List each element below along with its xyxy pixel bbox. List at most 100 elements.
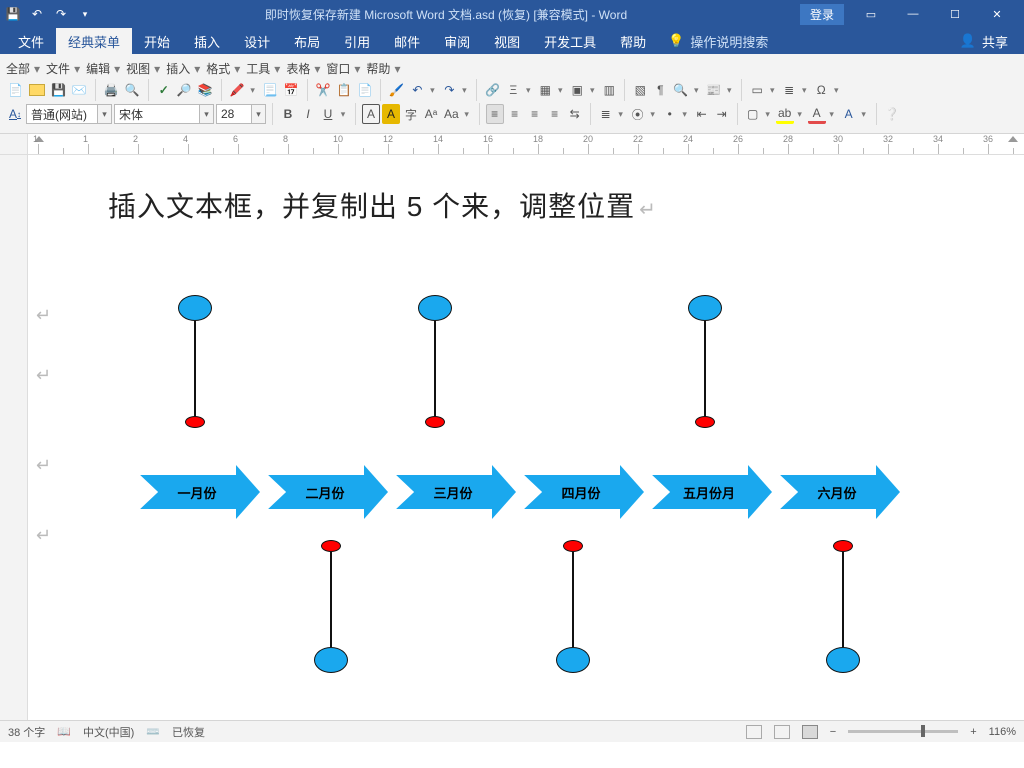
redo-icon[interactable]: ↷ bbox=[54, 7, 68, 21]
menu-format[interactable]: 格式 bbox=[206, 60, 240, 77]
tab-insert[interactable]: 插入 bbox=[182, 28, 232, 54]
copy-icon[interactable]: 📋 bbox=[334, 80, 353, 100]
view-web-icon[interactable] bbox=[802, 725, 818, 739]
superscript-icon[interactable]: Aᵃ bbox=[422, 104, 440, 124]
tab-help[interactable]: 帮助 bbox=[608, 28, 658, 54]
link-icon[interactable]: 🔗 bbox=[483, 80, 502, 100]
page[interactable]: 插入文本框，并复制出 5 个来，调整位置 一月份 二月份 三月份 四月份 五月份… bbox=[28, 155, 1024, 720]
style-combo[interactable]: 普通(网站)▾ bbox=[26, 104, 112, 124]
line-spacing-2-dd[interactable]: ≣▾ bbox=[597, 104, 627, 124]
shape-pin-bottom-3[interactable] bbox=[826, 540, 860, 673]
document-heading[interactable]: 插入文本框，并复制出 5 个来，调整位置 bbox=[108, 185, 984, 225]
tab-home[interactable]: 开始 bbox=[132, 28, 182, 54]
shape-pin-top-2[interactable] bbox=[418, 295, 452, 428]
shape-pin-bottom-2[interactable] bbox=[556, 540, 590, 673]
more-dd[interactable]: 📰▾ bbox=[704, 80, 735, 100]
tell-me[interactable]: 💡 操作说明搜索 bbox=[658, 28, 778, 54]
document-icon[interactable]: 📃 bbox=[261, 80, 280, 100]
line-spacing-dd[interactable]: ≣▾ bbox=[780, 80, 810, 100]
share-button[interactable]: 👤 共享 bbox=[944, 28, 1024, 54]
print-icon[interactable]: 🖨️ bbox=[102, 80, 121, 100]
menu-help[interactable]: 帮助 bbox=[366, 60, 400, 77]
symbol-dd[interactable]: Ω▾ bbox=[812, 80, 842, 100]
zoompct-dd[interactable]: 🔍▾ bbox=[671, 80, 702, 100]
redo-dd[interactable]: ↷▾ bbox=[440, 80, 470, 100]
format-painter-icon[interactable]: 🖌️ bbox=[387, 80, 406, 100]
font-combo-value[interactable]: 宋体 bbox=[114, 104, 200, 124]
bold-button[interactable]: B bbox=[279, 104, 297, 124]
tab-layout[interactable]: 布局 bbox=[282, 28, 332, 54]
arrow-4[interactable]: 四月份 bbox=[542, 475, 620, 509]
align-right-icon[interactable]: ≡ bbox=[526, 104, 544, 124]
view-print-icon[interactable] bbox=[774, 725, 790, 739]
undo-dd[interactable]: ↶▾ bbox=[408, 80, 438, 100]
save-icon[interactable]: 💾 bbox=[49, 80, 68, 100]
drawing-icon[interactable]: ▧ bbox=[631, 80, 649, 100]
style-dd[interactable]: Ξ▾ bbox=[504, 80, 534, 100]
menu-insert[interactable]: 插入 bbox=[166, 60, 200, 77]
font-color-dd[interactable]: A▾ bbox=[808, 104, 838, 124]
phonetic-icon[interactable]: 字 bbox=[402, 104, 420, 124]
help-icon[interactable]: ❔ bbox=[883, 104, 902, 124]
status-accessibility-icon[interactable]: ⌨️ bbox=[146, 725, 160, 738]
font-combo[interactable]: 宋体▾ bbox=[114, 104, 214, 124]
tab-review[interactable]: 审阅 bbox=[432, 28, 482, 54]
ribbon-options-icon[interactable]: ▭ bbox=[850, 1, 892, 27]
calendar-icon[interactable]: 📅 bbox=[282, 80, 301, 100]
menu-table[interactable]: 表格 bbox=[286, 60, 320, 77]
borders-dd[interactable]: ▢▾ bbox=[744, 104, 774, 124]
cut-icon[interactable]: ✂️ bbox=[314, 80, 333, 100]
zoom-slider[interactable] bbox=[848, 730, 958, 733]
zoom-out-button[interactable]: − bbox=[830, 726, 836, 738]
zoom-dd[interactable]: ▣▾ bbox=[568, 80, 598, 100]
status-word-count[interactable]: 38 个字 bbox=[8, 724, 45, 740]
tab-file[interactable]: 文件 bbox=[6, 28, 56, 54]
tab-design[interactable]: 设计 bbox=[232, 28, 282, 54]
table-dd[interactable]: ▦▾ bbox=[536, 80, 566, 100]
qat-dropdown-icon[interactable]: ▾ bbox=[78, 7, 92, 21]
align-center-icon[interactable]: ≡ bbox=[506, 104, 524, 124]
zoom-level[interactable]: 116% bbox=[989, 726, 1016, 738]
arrow-3[interactable]: 三月份 bbox=[414, 475, 492, 509]
print-preview-icon[interactable]: 🔍 bbox=[123, 80, 142, 100]
arrow-2[interactable]: 二月份 bbox=[286, 475, 364, 509]
menu-tools[interactable]: 工具 bbox=[246, 60, 280, 77]
fill-border-dd[interactable]: ▭▾ bbox=[748, 80, 778, 100]
size-combo[interactable]: 28▾ bbox=[216, 104, 266, 124]
underline-button[interactable]: U▾ bbox=[319, 104, 349, 124]
decrease-indent-icon[interactable]: ⇤ bbox=[693, 104, 711, 124]
columns-icon[interactable]: ▥ bbox=[600, 80, 618, 100]
show-marks-icon[interactable]: ¶ bbox=[651, 80, 669, 100]
open-icon[interactable] bbox=[27, 80, 47, 100]
status-language[interactable]: 中文(中国) bbox=[83, 724, 134, 740]
text-highlight-dd[interactable]: ab▾ bbox=[776, 104, 806, 124]
char-shading-icon[interactable]: A bbox=[382, 104, 400, 124]
increase-indent-icon[interactable]: ⇥ bbox=[713, 104, 731, 124]
mail-icon[interactable]: ✉️ bbox=[70, 80, 89, 100]
thesaurus-icon[interactable]: 📚 bbox=[196, 80, 215, 100]
new-icon[interactable]: 📄 bbox=[6, 80, 25, 100]
style-combo-value[interactable]: 普通(网站) bbox=[26, 104, 98, 124]
menu-all[interactable]: 全部 bbox=[6, 60, 40, 77]
menu-view[interactable]: 视图 bbox=[126, 60, 160, 77]
shape-pin-top-1[interactable] bbox=[178, 295, 212, 428]
shape-pin-bottom-1[interactable] bbox=[314, 540, 348, 673]
save-icon[interactable]: 💾 bbox=[6, 7, 20, 21]
menu-window[interactable]: 窗口 bbox=[326, 60, 360, 77]
text-effects-dd[interactable]: A▾ bbox=[840, 104, 870, 124]
undo-icon[interactable]: ↶ bbox=[30, 7, 44, 21]
tab-classic-menu[interactable]: 经典菜单 bbox=[56, 28, 132, 54]
arrow-5[interactable]: 五月份月 bbox=[670, 475, 748, 509]
bullets-dd[interactable]: •▾ bbox=[661, 104, 691, 124]
view-read-icon[interactable] bbox=[746, 725, 762, 739]
paste-icon[interactable]: 📄 bbox=[355, 80, 374, 100]
spellcheck-icon[interactable]: ✓ bbox=[155, 80, 173, 100]
arrow-6[interactable]: 六月份 bbox=[798, 475, 876, 509]
menu-edit[interactable]: 编辑 bbox=[86, 60, 120, 77]
align-left-icon[interactable]: ≡ bbox=[486, 104, 504, 124]
style-label-icon[interactable]: A↕ bbox=[6, 104, 24, 124]
change-case-dd[interactable]: Aa▾ bbox=[442, 104, 473, 124]
tab-mail[interactable]: 邮件 bbox=[382, 28, 432, 54]
menu-file[interactable]: 文件 bbox=[46, 60, 80, 77]
align-justify-icon[interactable]: ≡ bbox=[546, 104, 564, 124]
